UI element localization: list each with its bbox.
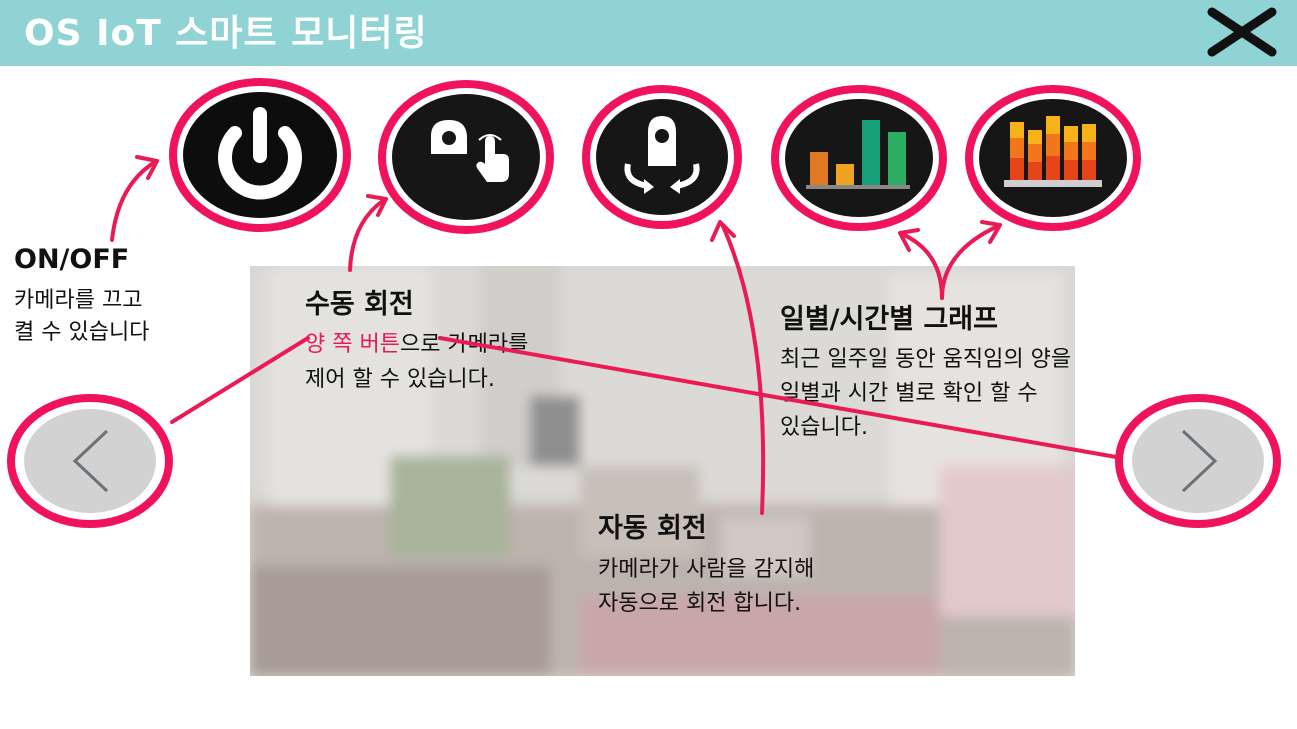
manual-help-line1-rest: 으로 카메라를 — [399, 332, 529, 357]
power-pointer-arrowhead — [135, 155, 159, 180]
app-title: OS IoT 스마트 모니터링 — [24, 13, 428, 54]
manual-help-highlight: 양 쪽 버튼 — [305, 332, 400, 357]
close-icon — [1207, 7, 1277, 57]
manual-help-title: 수동 회전 — [305, 289, 414, 320]
prev-button[interactable] — [5, 392, 175, 530]
auto-help-title: 자동 회전 — [598, 513, 707, 544]
auto-help-line1: 카메라가 사람을 감지해 — [598, 557, 815, 582]
power-help-line1: 카메라를 끄고 — [14, 288, 143, 313]
auto-help-line2: 자동으로 회전 합니다. — [598, 591, 802, 616]
power-button[interactable] — [165, 76, 355, 234]
auto-rotate-button[interactable] — [578, 82, 746, 232]
graph-help-title: 일별/시간별 그래프 — [780, 304, 998, 335]
graph-help-line3: 있습니다. — [780, 415, 868, 440]
manual-help-line1: 양 쪽 버튼으로 카메라를 — [305, 327, 528, 362]
next-button[interactable] — [1113, 392, 1283, 530]
power-help-line2: 켤 수 있습니다 — [14, 320, 150, 345]
power-icon — [169, 78, 351, 232]
close-button[interactable] — [1206, 6, 1278, 58]
hourly-graph-button[interactable] — [960, 82, 1146, 234]
manual-rotate-button[interactable] — [373, 78, 559, 236]
camera-touch-icon — [378, 80, 554, 234]
daily-graph-button[interactable] — [766, 82, 952, 234]
power-help-title: ON/OFF — [14, 244, 130, 275]
chevron-right-icon — [1115, 394, 1281, 528]
manual-help-line2: 제어 할 수 있습니다. — [305, 367, 495, 392]
power-pointer-arrow — [110, 160, 157, 242]
bar-chart-icon — [771, 85, 947, 231]
rotate-camera-icon — [582, 85, 742, 229]
graph-help-line1: 최근 일주일 동안 움직임의 양을 — [780, 347, 1072, 372]
title-bar: OS IoT 스마트 모니터링 — [0, 0, 1297, 66]
graph-help-line2: 일별과 시간 별로 확인 할 수 — [780, 381, 1038, 406]
stacked-bar-chart-icon — [965, 85, 1141, 231]
chevron-left-icon — [7, 394, 173, 528]
